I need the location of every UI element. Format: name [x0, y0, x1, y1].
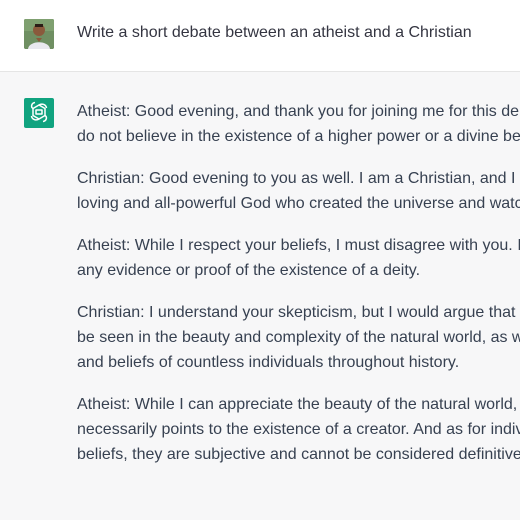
user-prompt-text: Write a short debate between an atheist … [77, 24, 472, 41]
paragraph-line: Christian: I understand your skepticism,… [77, 304, 520, 321]
assistant-paragraph: Atheist: While I respect your beliefs, I… [77, 233, 520, 283]
assistant-paragraph: Atheist: While I can appreciate the beau… [77, 392, 520, 467]
paragraph-line: loving and all-powerful God who created … [77, 195, 520, 212]
assistant-paragraph: Christian: I understand your skepticism,… [77, 300, 520, 375]
paragraph-line: Atheist: While I respect your beliefs, I… [77, 237, 520, 254]
user-avatar-photo-icon [24, 19, 54, 49]
user-avatar [24, 19, 54, 49]
assistant-message-body: Atheist: Good evening, and thank you for… [77, 99, 520, 484]
chat-thread: Write a short debate between an atheist … [0, 0, 520, 520]
paragraph-line: Atheist: Good evening, and thank you for… [77, 103, 520, 120]
openai-logo-icon [30, 101, 48, 123]
user-message-row: Write a short debate between an atheist … [0, 0, 520, 72]
paragraph-line: Atheist: While I can appreciate the beau… [77, 396, 518, 413]
paragraph-line: necessarily points to the existence of a… [77, 421, 520, 438]
assistant-paragraph: Christian: Good evening to you as well. … [77, 166, 520, 216]
assistant-message-row: Atheist: Good evening, and thank you for… [0, 73, 520, 520]
paragraph-line: and beliefs of countless individuals thr… [77, 354, 460, 371]
assistant-avatar [24, 98, 54, 128]
assistant-paragraph: Atheist: Good evening, and thank you for… [77, 99, 520, 149]
paragraph-line: be seen in the beauty and complexity of … [77, 329, 520, 346]
paragraph-line: Christian: Good evening to you as well. … [77, 170, 520, 187]
paragraph-line: do not believe in the existence of a hig… [77, 128, 520, 145]
paragraph-line: beliefs, they are subjective and cannot … [77, 446, 520, 463]
paragraph-line: any evidence or proof of the existence o… [77, 262, 421, 279]
